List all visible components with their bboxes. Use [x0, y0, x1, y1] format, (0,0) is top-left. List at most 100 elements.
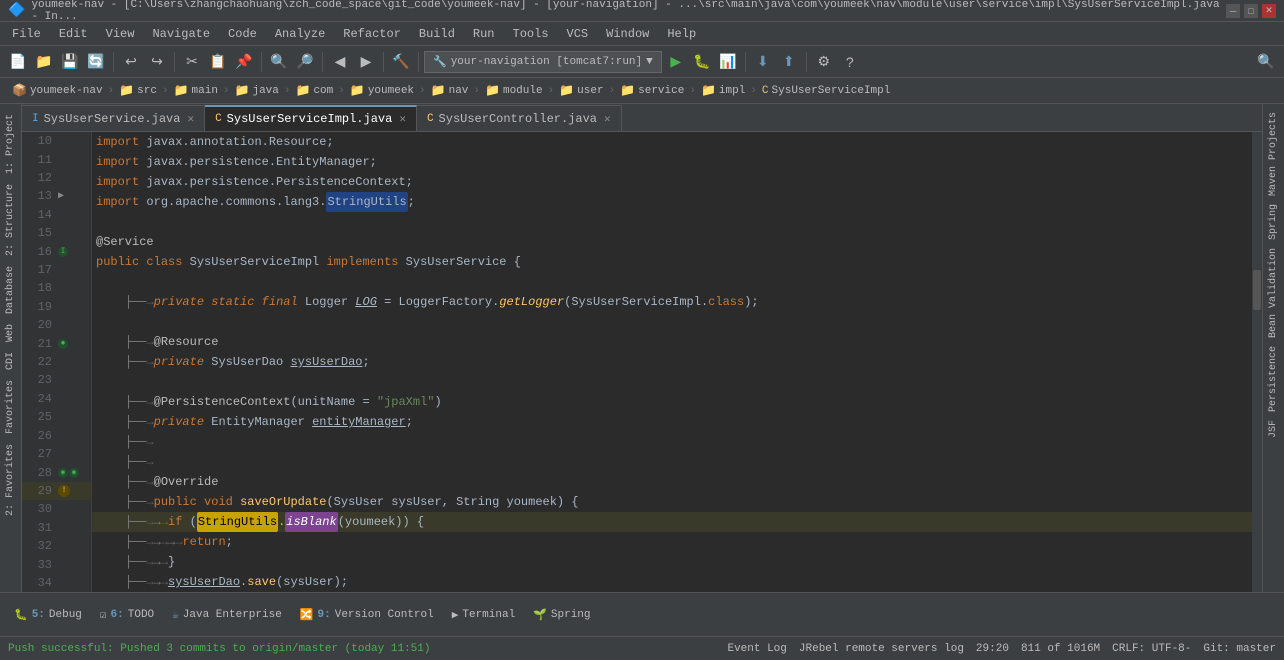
bc-youmeek[interactable]: 📁 youmeek: [346, 81, 418, 100]
bc-impl[interactable]: 📁 impl: [697, 81, 749, 100]
save-all-button[interactable]: 💾: [58, 50, 82, 74]
cut-button[interactable]: ✂: [180, 50, 204, 74]
window-controls[interactable]: ─ □ ✕: [1226, 4, 1276, 18]
open-button[interactable]: 📁: [32, 50, 56, 74]
coverage-button[interactable]: 📊: [716, 50, 740, 74]
tab-close-3[interactable]: ✕: [604, 112, 611, 126]
bc-sysuser-impl[interactable]: C SysUserServiceImpl: [758, 83, 894, 99]
database-panel-icon[interactable]: Database: [3, 262, 18, 318]
web-panel-icon[interactable]: Web: [3, 320, 18, 346]
paste-button[interactable]: 📌: [232, 50, 256, 74]
code-line-23: ├──→ @PersistenceContext(unitName = "jpa…: [92, 392, 1252, 412]
menu-vcs[interactable]: VCS: [559, 25, 597, 43]
favorites2-panel-icon[interactable]: 2: Favorites: [3, 440, 18, 520]
maximize-button[interactable]: □: [1244, 4, 1258, 18]
git-branch[interactable]: Git: master: [1203, 643, 1276, 655]
status-right: Event Log JRebel remote servers log 29:2…: [727, 643, 1276, 655]
jrebel-link[interactable]: JRebel remote servers log: [799, 643, 964, 655]
redo-button[interactable]: ↪: [145, 50, 169, 74]
vertical-scrollbar[interactable]: [1252, 132, 1262, 592]
minimize-button[interactable]: ─: [1226, 4, 1240, 18]
tab-close-2[interactable]: ✕: [399, 112, 406, 126]
debug-tab[interactable]: 🐛 5: Debug: [6, 605, 90, 625]
help-button[interactable]: ?: [838, 50, 862, 74]
jsf-panel[interactable]: JSF: [1266, 416, 1281, 442]
project-panel-icon[interactable]: 1: Project: [3, 110, 18, 178]
settings-button[interactable]: ⚙: [812, 50, 836, 74]
cdi-panel-icon[interactable]: CDI: [3, 348, 18, 374]
back-button[interactable]: ◀: [328, 50, 352, 74]
menu-help[interactable]: Help: [659, 25, 704, 43]
tab-sys-user-service[interactable]: I SysUserService.java ✕: [22, 105, 205, 131]
vcs-update-button[interactable]: ⬇: [751, 50, 775, 74]
copy-button[interactable]: 📋: [206, 50, 230, 74]
bc-com[interactable]: 📁 com: [292, 81, 338, 100]
spring-panel[interactable]: Spring: [1266, 200, 1281, 244]
menu-code[interactable]: Code: [220, 25, 265, 43]
bottom-tool-bar: 🐛 5: Debug ☑ 6: TODO ☕ Java Enterprise 🔀…: [0, 592, 1284, 636]
left-sidebar: 1: Project 2: Structure Database Web CDI…: [0, 104, 22, 592]
bc-nav[interactable]: 📁 nav: [427, 81, 473, 100]
code-line-16: public class SysUserServiceImpl implemen…: [92, 252, 1252, 272]
run-button[interactable]: ▶: [664, 50, 688, 74]
menu-window[interactable]: Window: [598, 25, 657, 43]
gutter-row: 11: [22, 150, 91, 168]
menu-refactor[interactable]: Refactor: [335, 25, 409, 43]
menu-edit[interactable]: Edit: [51, 25, 96, 43]
menu-view[interactable]: View: [98, 25, 143, 43]
code-line-22: [92, 372, 1252, 392]
todo-tab[interactable]: ☑ 6: TODO: [92, 605, 162, 625]
persistence-panel[interactable]: Persistence: [1266, 342, 1281, 416]
debug-button[interactable]: 🐛: [690, 50, 714, 74]
maven-projects-panel[interactable]: Maven Projects: [1266, 108, 1281, 200]
gutter-row: 13 ▶: [22, 187, 91, 205]
gutter-row: 19: [22, 298, 91, 316]
tab-sys-user-service-impl[interactable]: C SysUserServiceImpl.java ✕: [205, 105, 417, 131]
warning-icon-29: !: [58, 485, 70, 497]
find-button[interactable]: 🔍: [267, 50, 291, 74]
run-config-selector[interactable]: 🔧 your-navigation [tomcat7:run] ▼: [424, 51, 662, 73]
version-control-tab[interactable]: 🔀 9: Version Control: [292, 605, 442, 625]
menu-file[interactable]: File: [4, 25, 49, 43]
tab-close-1[interactable]: ✕: [187, 112, 194, 126]
menu-run[interactable]: Run: [465, 25, 503, 43]
bc-main[interactable]: 📁 main: [170, 81, 222, 100]
search-everywhere-button[interactable]: 🔍: [1254, 50, 1278, 74]
java-enterprise-tab[interactable]: ☕ Java Enterprise: [164, 605, 290, 625]
tab-class-icon: C: [215, 113, 222, 125]
tab-sys-user-controller[interactable]: C SysUserController.java ✕: [417, 105, 622, 131]
code-line-30: ├──→→→→→ return;: [92, 532, 1252, 552]
cursor-position: 29:20: [976, 643, 1009, 655]
favorites-panel-icon[interactable]: Favorites: [3, 376, 18, 438]
sync-button[interactable]: 🔄: [84, 50, 108, 74]
terminal-tab[interactable]: ▶ Terminal: [444, 605, 523, 625]
bean-validation-panel[interactable]: Bean Validation: [1266, 244, 1281, 342]
title-bar: 🔷 youmeek-nav - [C:\Users\zhangchaohuang…: [0, 0, 1284, 22]
menu-analyze[interactable]: Analyze: [267, 25, 333, 43]
toolbar-separator-4: [322, 52, 323, 72]
vcs-commit-button[interactable]: ⬆: [777, 50, 801, 74]
bc-user[interactable]: 📁 user: [555, 81, 607, 100]
bc-youmeek-nav[interactable]: 📦 youmeek-nav: [8, 81, 107, 100]
replace-button[interactable]: 🔎: [293, 50, 317, 74]
menu-build[interactable]: Build: [411, 25, 463, 43]
structure-panel-icon[interactable]: 2: Structure: [3, 180, 18, 260]
folder-icon-6: 📁: [350, 83, 365, 98]
close-button[interactable]: ✕: [1262, 4, 1276, 18]
bc-src[interactable]: 📁 src: [115, 81, 161, 100]
fold-icon-13[interactable]: ▶: [58, 190, 64, 202]
new-file-button[interactable]: 📄: [6, 50, 30, 74]
menu-tools[interactable]: Tools: [505, 25, 557, 43]
forward-button[interactable]: ▶: [354, 50, 378, 74]
build-button[interactable]: 🔨: [389, 50, 413, 74]
menu-navigate[interactable]: Navigate: [144, 25, 218, 43]
bc-module[interactable]: 📁 module: [481, 81, 547, 100]
encoding[interactable]: CRLF: UTF-8-: [1112, 643, 1191, 655]
bc-service[interactable]: 📁 service: [616, 81, 688, 100]
spring-tab[interactable]: 🌱 Spring: [525, 605, 598, 625]
event-log-link[interactable]: Event Log: [727, 643, 786, 655]
scroll-thumb[interactable]: [1253, 270, 1261, 310]
folder-icon-8: 📁: [485, 83, 500, 98]
undo-button[interactable]: ↩: [119, 50, 143, 74]
bc-java[interactable]: 📁 java: [231, 81, 283, 100]
